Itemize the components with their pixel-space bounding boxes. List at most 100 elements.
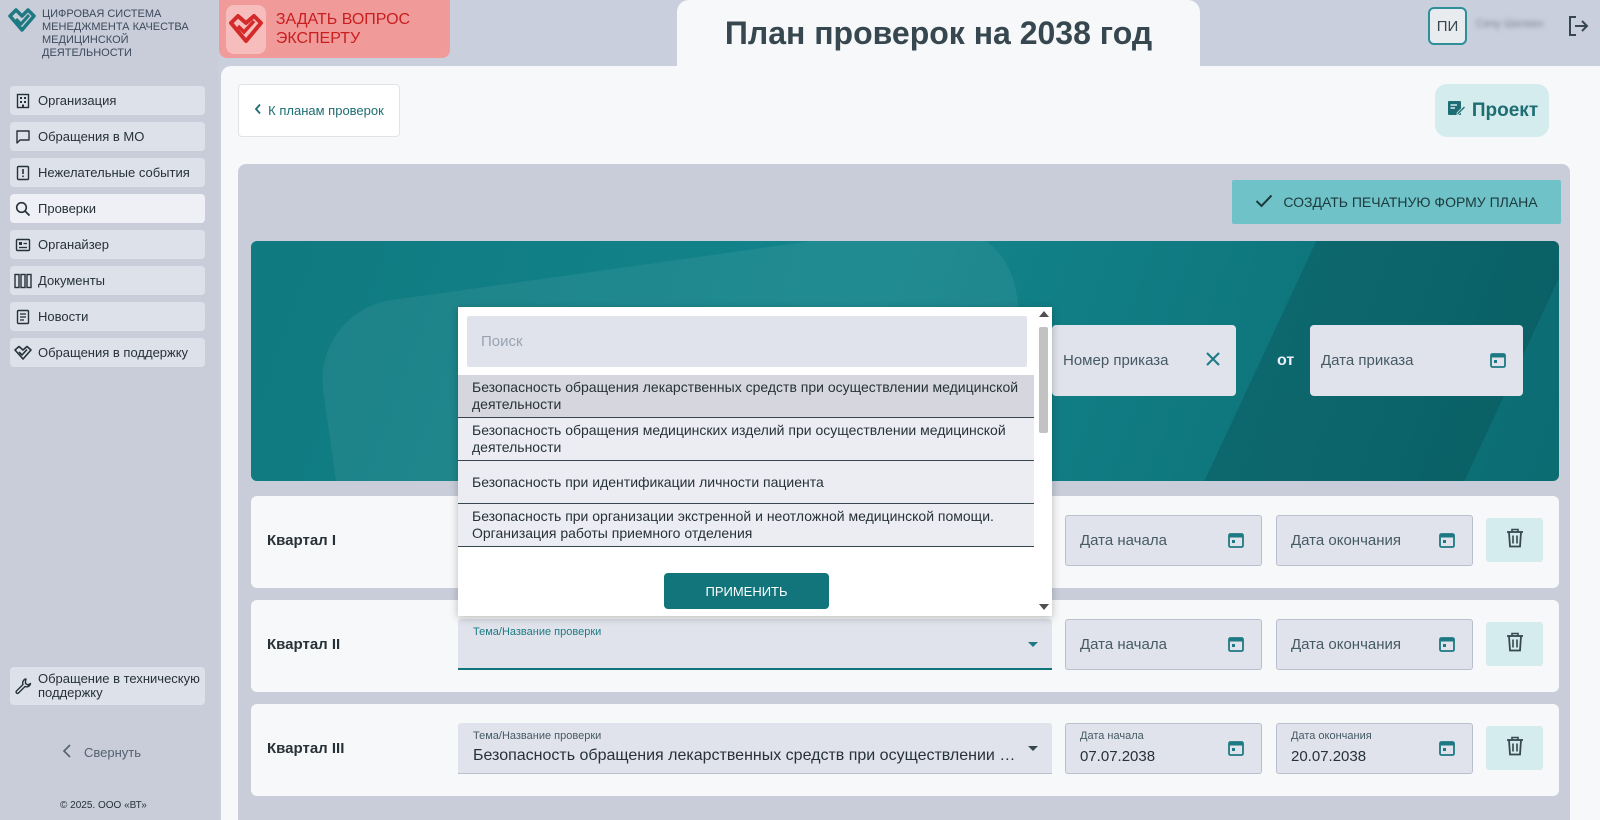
check-icon [1255,194,1273,211]
user-name: Сечу Шелкен [1476,18,1544,30]
end-date-input[interactable]: Дата окончания [1276,515,1473,566]
start-date-value: 07.07.2038 [1080,748,1156,765]
sidebar-item-organizer[interactable]: Органайзер [10,230,205,259]
start-date-input[interactable]: Дата начала 07.07.2038 [1065,723,1262,774]
scrollbar-thumb[interactable] [1039,327,1048,433]
avatar[interactable]: ПИ [1428,7,1467,45]
order-from-label: от [1277,352,1295,369]
logo-text: ЦИФРОВАЯ СИСТЕМА МЕНЕДЖМЕНТА КАЧЕСТВА МЕ… [42,8,189,59]
trash-icon [1506,528,1524,553]
sidebar-item-label: Обращения в поддержку [38,345,189,360]
sidebar-nav: Организация Обращения в МО Нежелательные… [10,86,205,374]
heart-check-icon [8,8,36,32]
topic-dropdown: Безопасность обращения лекарственных сре… [458,307,1052,616]
list-item[interactable]: Безопасность при идентификации личности … [458,461,1034,504]
end-date-placeholder: Дата окончания [1291,636,1402,653]
heart-check-icon [226,4,266,54]
topic-select-label: Тема/Название проверки [473,730,602,742]
search-input[interactable] [467,316,1027,367]
list-item[interactable]: Безопасность при организации экстренной … [458,504,1034,547]
page-title-tab: План проверок на 2038 год [677,0,1200,66]
news-icon [14,308,32,326]
calendar-icon[interactable] [1438,531,1456,549]
calendar-icon[interactable] [1489,351,1507,369]
collapse-label: Свернуть [84,745,142,760]
calendar-icon[interactable] [1227,531,1245,549]
wrench-icon [14,677,32,695]
status-badge: Проект [1435,84,1549,137]
order-number-placeholder: Номер приказа [1063,352,1169,369]
dropdown-caret-icon [1028,746,1038,751]
dropdown-caret-icon [1028,642,1038,647]
sidebar-item-appeals[interactable]: Обращения в МО [10,122,205,151]
sidebar-item-label: Проверки [38,201,96,216]
sidebar-item-label: Обращения в МО [38,129,145,144]
status-label: Проект [1471,99,1539,121]
copyright: © 2025. ООО «ВТ» [60,800,147,811]
sidebar-item-label: Организация [38,93,117,108]
delete-button[interactable] [1486,726,1543,770]
end-date-placeholder: Дата окончания [1291,532,1402,549]
chevron-left-icon [62,744,72,761]
calendar-icon[interactable] [1438,739,1456,757]
end-date-value: 20.07.2038 [1291,748,1367,765]
sidebar-item-label: Органайзер [38,237,109,252]
sidebar-item-support-appeals[interactable]: Обращения в поддержку [10,338,205,367]
sidebar-item-tech-support[interactable]: Обращение в техническую поддержку [10,667,205,705]
close-icon[interactable] [1204,350,1222,368]
sidebar-item-documents[interactable]: Документы [10,266,205,295]
apply-button[interactable]: ПРИМЕНИТЬ [664,573,829,609]
support-check-icon [14,344,32,362]
sidebar-item-label: Нежелательные события [38,165,190,180]
sidebar-item-news[interactable]: Новости [10,302,205,331]
search-icon [14,200,32,218]
trash-icon [1506,736,1524,761]
calendar-icon[interactable] [1438,635,1456,653]
start-date-input[interactable]: Дата начала [1065,515,1262,566]
quarter-label: Квартал III [267,740,345,757]
topic-select-value: Безопасность обращения лекарственных сре… [473,747,1018,764]
sidebar-item-inspections[interactable]: Проверки [10,194,205,223]
logout-icon[interactable] [1566,14,1590,38]
topic-select[interactable]: Тема/Название проверки [458,619,1052,670]
topic-select[interactable]: Тема/Название проверки Безопасность обра… [458,723,1052,774]
create-print-form-button[interactable]: СОЗДАТЬ ПЕЧАТНУЮ ФОРМУ ПЛАНА [1232,180,1561,224]
sidebar-item-organization[interactable]: Организация [10,86,205,115]
search-field[interactable] [467,316,1027,367]
topic-select-label: Тема/Название проверки [473,626,602,638]
start-date-placeholder: Дата начала [1080,636,1167,653]
scrollbar[interactable] [1035,307,1052,616]
sidebar-item-label: Обращение в техническую поддержку [38,671,200,700]
logo[interactable]: ЦИФРОВАЯ СИСТЕМА МЕНЕДЖМЕНТА КАЧЕСТВА МЕ… [6,6,192,60]
trash-icon [1506,632,1524,657]
option-list: Безопасность обращения лекарственных сре… [458,375,1034,559]
end-date-label: Дата окончания [1291,730,1372,742]
page-title: План проверок на 2038 год [724,14,1153,51]
calendar-icon[interactable] [1227,635,1245,653]
end-date-input[interactable]: Дата окончания [1276,619,1473,670]
sidebar: ЦИФРОВАЯ СИСТЕМА МЕНЕДЖМЕНТА КАЧЕСТВА МЕ… [0,0,218,820]
building-icon [14,92,32,110]
end-date-input[interactable]: Дата окончания 20.07.2038 [1276,723,1473,774]
order-date-input[interactable]: Дата приказа [1310,325,1523,396]
scroll-up-icon[interactable] [1039,311,1049,317]
start-date-label: Дата начала [1080,730,1144,742]
chat-icon [14,128,32,146]
order-number-input[interactable]: Номер приказа [1052,325,1236,396]
start-date-placeholder: Дата начала [1080,532,1167,549]
start-date-input[interactable]: Дата начала [1065,619,1262,670]
calendar-icon[interactable] [1227,739,1245,757]
delete-button[interactable] [1486,518,1543,562]
alert-book-icon [14,164,32,182]
delete-button[interactable] [1486,622,1543,666]
sidebar-item-adverse-events[interactable]: Нежелательные события [10,158,205,187]
scroll-down-icon[interactable] [1039,604,1049,610]
list-item[interactable]: Безопасность обращения медицинских издел… [458,418,1034,461]
back-to-plans-button[interactable]: К планам проверок [238,84,400,137]
list-item[interactable]: Безопасность обращения лекарственных сре… [458,375,1034,418]
ask-expert-button[interactable]: ЗАДАТЬ ВОПРОС ЭКСПЕРТУ [219,0,450,58]
quarter-row-3: Квартал III Тема/Название проверки Безоп… [251,704,1559,796]
collapse-button[interactable]: Свернуть [62,744,141,761]
organizer-icon [14,236,32,254]
documents-icon [14,272,32,290]
